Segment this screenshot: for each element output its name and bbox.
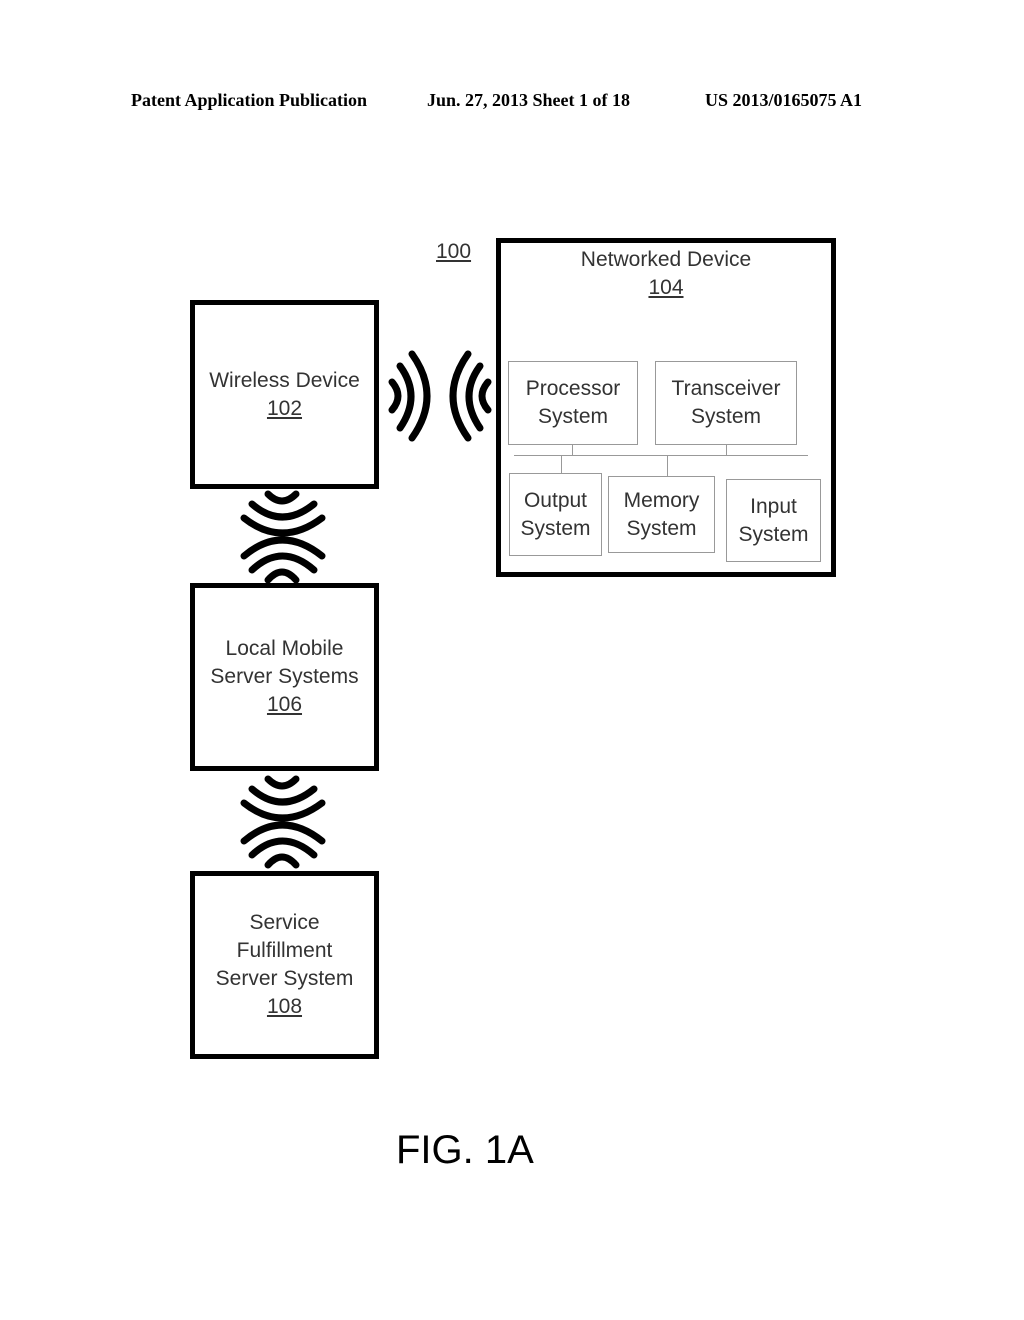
processor-label-2: System	[537, 405, 608, 428]
service-fulfillment-box: Service Fulfillment Server System 108	[190, 871, 379, 1059]
transceiver-connector	[726, 444, 727, 455]
local-mobile-server-box: Local Mobile Server Systems 106	[190, 583, 379, 771]
bus-line	[514, 455, 808, 456]
processor-label: Processor	[525, 377, 621, 400]
wireless-signal-icon	[240, 775, 326, 869]
input-label-2: System	[738, 522, 809, 546]
local-mobile-ref: 106	[266, 693, 303, 716]
service-fulfillment-ref: 108	[266, 995, 303, 1018]
service-fulfillment-label-2: Fulfillment	[236, 939, 333, 962]
system-ref: 100	[436, 240, 472, 263]
wireless-device-box: Wireless Device 102	[190, 300, 379, 489]
transceiver-system-box: Transceiver System	[655, 361, 797, 445]
wireless-device-label: Wireless Device	[209, 368, 360, 392]
wireless-signal-icon	[388, 350, 492, 442]
input-system-box: Input System	[726, 479, 821, 562]
memory-system-box: Memory System	[608, 476, 715, 553]
processor-connector	[572, 444, 573, 455]
memory-label: Memory	[623, 488, 700, 512]
wireless-signal-icon	[240, 490, 326, 584]
transceiver-label: Transceiver	[671, 377, 781, 400]
publication-date-sheet: Jun. 27, 2013 Sheet 1 of 18	[427, 90, 631, 110]
output-label-2: System	[520, 516, 591, 540]
output-label: Output	[523, 488, 588, 512]
publication-number: US 2013/0165075 A1	[705, 90, 863, 110]
service-fulfillment-label-3: Server System	[215, 967, 354, 990]
transceiver-label-2: System	[690, 405, 761, 428]
output-connector	[561, 455, 562, 473]
publication-label: Patent Application Publication	[131, 90, 368, 110]
service-fulfillment-label: Service	[249, 911, 320, 934]
networked-device-title: Networked Device 104	[496, 246, 836, 302]
networked-device-label: Networked Device	[580, 248, 752, 271]
output-system-box: Output System	[509, 473, 602, 556]
figure-label: FIG. 1A	[396, 1128, 534, 1172]
local-mobile-label: Local Mobile	[225, 637, 344, 660]
processor-system-box: Processor System	[508, 361, 638, 445]
local-mobile-label-2: Server Systems	[210, 665, 359, 688]
memory-connector	[667, 455, 668, 476]
input-label: Input	[750, 494, 797, 518]
networked-device-ref: 104	[648, 276, 684, 299]
wireless-device-ref: 102	[266, 396, 303, 420]
memory-label-2: System	[626, 516, 697, 540]
